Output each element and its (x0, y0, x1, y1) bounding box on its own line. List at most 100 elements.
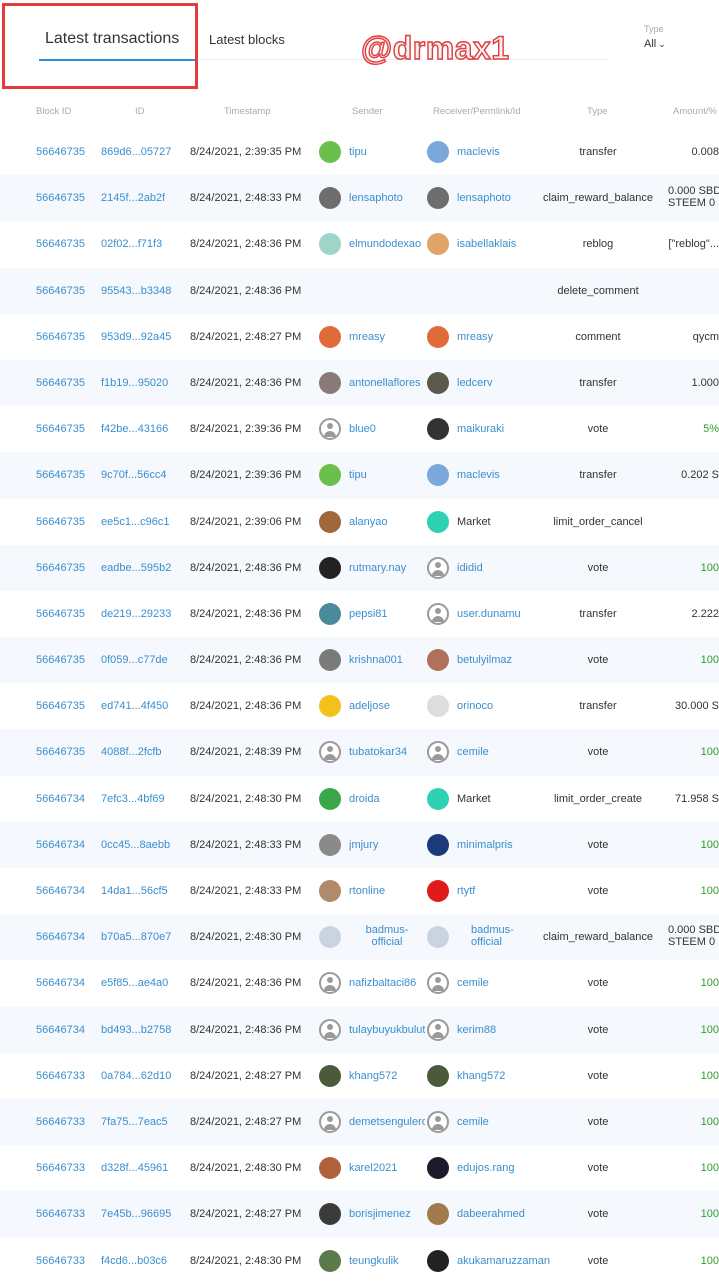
tab-latest-transactions[interactable]: Latest transactions (2, 3, 198, 89)
receiver-avatar[interactable] (427, 1203, 449, 1226)
block-id-link[interactable]: 56646735 (36, 637, 85, 683)
sender-link[interactable]: alanyao (349, 499, 425, 545)
sender-link[interactable]: blue0 (349, 406, 425, 452)
sender-avatar[interactable] (319, 1157, 341, 1180)
sender-avatar[interactable] (319, 556, 341, 579)
block-id-link[interactable]: 56646734 (36, 960, 85, 1006)
sender-link[interactable]: lensaphoto (349, 175, 425, 221)
transaction-id-link[interactable]: ed741...4f450 (101, 683, 168, 729)
block-id-link[interactable]: 56646733 (36, 1053, 85, 1099)
type-filter-dropdown[interactable]: Type All ⌄ (644, 24, 666, 52)
sender-avatar[interactable] (319, 464, 341, 487)
sender-avatar[interactable] (319, 602, 341, 625)
receiver-avatar[interactable] (427, 972, 449, 995)
sender-link[interactable]: demetsenguleroz (349, 1099, 425, 1145)
receiver-avatar[interactable] (427, 926, 449, 949)
sender-link[interactable]: adeljose (349, 683, 425, 729)
sender-link[interactable]: tipu (349, 452, 425, 498)
block-id-link[interactable]: 56646735 (36, 221, 85, 267)
receiver-avatar[interactable] (427, 602, 449, 625)
receiver-avatar[interactable] (427, 787, 449, 810)
sender-link[interactable]: krishna001 (349, 637, 425, 683)
receiver-avatar[interactable] (427, 556, 449, 579)
block-id-link[interactable]: 56646735 (36, 268, 85, 314)
block-id-link[interactable]: 56646735 (36, 175, 85, 221)
sender-link[interactable]: droida (349, 776, 425, 822)
block-id-link[interactable]: 56646734 (36, 822, 85, 868)
receiver-avatar[interactable] (427, 1018, 449, 1041)
block-id-link[interactable]: 56646733 (36, 1238, 85, 1284)
receiver-avatar[interactable] (427, 464, 449, 487)
transaction-id-link[interactable]: f1b19...95020 (101, 360, 168, 406)
receiver-avatar[interactable] (427, 649, 449, 672)
transaction-id-link[interactable]: ee5c1...c96c1 (101, 499, 170, 545)
block-id-link[interactable]: 56646735 (36, 406, 85, 452)
receiver-avatar[interactable] (427, 233, 449, 256)
transaction-id-link[interactable]: b70a5...870e7 (101, 914, 171, 960)
transaction-id-link[interactable]: 2145f...2ab2f (101, 175, 165, 221)
block-id-link[interactable]: 56646735 (36, 499, 85, 545)
transaction-id-link[interactable]: e5f85...ae4a0 (101, 960, 168, 1006)
receiver-avatar[interactable] (427, 741, 449, 764)
sender-avatar[interactable] (319, 1203, 341, 1226)
transaction-id-link[interactable]: 7e45b...96695 (101, 1191, 171, 1237)
block-id-link[interactable]: 56646734 (36, 1007, 85, 1053)
transaction-id-link[interactable]: bd493...b2758 (101, 1007, 171, 1053)
sender-link[interactable]: borisjimenez (349, 1191, 425, 1237)
transaction-id-link[interactable]: d328f...45961 (101, 1145, 168, 1191)
block-id-link[interactable]: 56646735 (36, 314, 85, 360)
sender-link[interactable]: jmjury (349, 822, 425, 868)
sender-avatar[interactable] (319, 141, 341, 163)
sender-avatar[interactable] (319, 695, 341, 718)
block-id-link[interactable]: 56646735 (36, 545, 85, 591)
sender-avatar[interactable] (319, 833, 341, 856)
sender-link[interactable] (349, 268, 425, 314)
block-id-link[interactable]: 56646733 (36, 1191, 85, 1237)
block-id-link[interactable]: 56646735 (36, 729, 85, 775)
sender-link[interactable]: elmundodexao (349, 221, 425, 267)
sender-avatar[interactable] (319, 1110, 341, 1133)
sender-avatar[interactable] (319, 187, 341, 210)
block-id-link[interactable]: 56646735 (36, 129, 85, 175)
sender-avatar[interactable] (319, 741, 341, 764)
sender-avatar[interactable] (319, 972, 341, 995)
sender-avatar[interactable] (319, 418, 341, 441)
sender-link[interactable]: tulaybuyukbulut (349, 1007, 425, 1053)
transaction-id-link[interactable]: 7efc3...4bf69 (101, 776, 165, 822)
block-id-link[interactable]: 56646735 (36, 591, 85, 637)
transaction-id-link[interactable]: 0f059...c77de (101, 637, 168, 683)
sender-avatar[interactable] (319, 510, 341, 533)
transaction-id-link[interactable]: f42be...43166 (101, 406, 168, 452)
transaction-id-link[interactable]: 0cc45...8aebb (101, 822, 170, 868)
transaction-id-link[interactable]: eadbe...595b2 (101, 545, 171, 591)
sender-avatar[interactable] (319, 233, 341, 256)
sender-avatar[interactable] (319, 371, 341, 394)
receiver-avatar[interactable] (427, 187, 449, 210)
block-id-link[interactable]: 56646734 (36, 914, 85, 960)
transaction-id-link[interactable]: 7fa75...7eac5 (101, 1099, 168, 1145)
receiver-avatar[interactable] (427, 1157, 449, 1180)
sender-link[interactable]: antonellaflores (349, 360, 425, 406)
sender-avatar[interactable] (319, 880, 341, 902)
sender-avatar[interactable] (319, 1064, 341, 1087)
transaction-id-link[interactable]: 9c70f...56cc4 (101, 452, 166, 498)
sender-link[interactable]: rutmary.nay (349, 545, 425, 591)
block-id-link[interactable]: 56646735 (36, 360, 85, 406)
receiver-avatar[interactable] (427, 880, 449, 902)
transaction-id-link[interactable]: 02f02...f71f3 (101, 221, 162, 267)
sender-link[interactable]: khang572 (349, 1053, 425, 1099)
sender-link[interactable]: rtonline (349, 868, 425, 914)
receiver-avatar[interactable] (427, 833, 449, 856)
receiver-avatar[interactable] (427, 1249, 449, 1272)
sender-avatar[interactable] (319, 926, 341, 949)
transaction-id-link[interactable]: 14da1...56cf5 (101, 868, 168, 914)
sender-link[interactable]: teungkulik (349, 1238, 425, 1284)
transaction-id-link[interactable]: 95543...b3348 (101, 268, 171, 314)
transaction-id-link[interactable]: 0a784...62d10 (101, 1053, 171, 1099)
sender-link[interactable]: badmus-official (349, 914, 425, 960)
receiver-avatar[interactable] (427, 1110, 449, 1133)
transaction-id-link[interactable]: 4088f...2fcfb (101, 729, 162, 775)
sender-avatar[interactable] (319, 325, 341, 348)
transaction-id-link[interactable]: de219...29233 (101, 591, 171, 637)
receiver-avatar[interactable] (427, 325, 449, 348)
